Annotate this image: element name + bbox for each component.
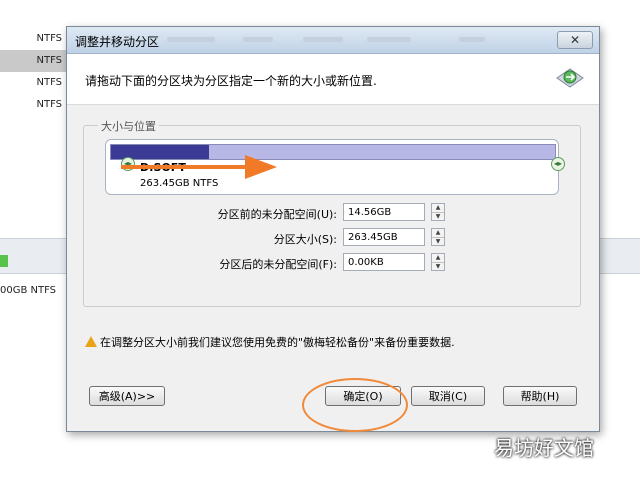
- list-item[interactable]: NTFS: [0, 50, 66, 72]
- dialog-title: 调整并移动分区: [75, 35, 160, 49]
- instruction-text: 请拖动下面的分区块为分区指定一个新的大小或新位置.: [85, 74, 377, 88]
- blurred-text: [459, 37, 485, 42]
- resize-move-dialog: 调整并移动分区 ✕ 请拖动下面的分区块为分区指定一个新的大小或新位置. 大小与位…: [66, 26, 600, 432]
- partition-size-spinner[interactable]: ▲ ▼: [431, 228, 445, 246]
- list-item[interactable]: NTFS: [0, 28, 66, 50]
- unallocated-after-spinner[interactable]: ▲ ▼: [431, 253, 445, 271]
- partition-size-input[interactable]: 263.45GB: [343, 228, 425, 246]
- group-title: 大小与位置: [98, 118, 159, 134]
- close-button[interactable]: ✕: [557, 31, 593, 49]
- partition-size-label: 分区大小(S):: [273, 233, 337, 246]
- blurred-text: [303, 37, 343, 42]
- unallocated-before-label: 分区前的未分配空间(U):: [217, 208, 337, 221]
- list-item[interactable]: NTFS: [0, 72, 66, 94]
- blurred-text: [367, 37, 411, 42]
- watermark: 易坊好文馆: [494, 436, 594, 460]
- warning-icon: [85, 336, 97, 347]
- blurred-text: [243, 37, 273, 42]
- right-resize-handle-icon[interactable]: ◂▸: [551, 157, 565, 171]
- list-item[interactable]: NTFS: [0, 94, 66, 116]
- dialog-header: 请拖动下面的分区块为分区指定一个新的大小或新位置.: [67, 54, 599, 105]
- drag-arrow-icon: [121, 155, 277, 179]
- annotation-circle: [302, 378, 408, 432]
- background-partition-list: NTFS NTFS NTFS NTFS: [0, 28, 66, 116]
- unallocated-after-input[interactable]: 0.00KB: [343, 253, 425, 271]
- unallocated-before-spinner[interactable]: ▲ ▼: [431, 203, 445, 221]
- background-disk-label: 00GB NTFS: [0, 285, 57, 296]
- title-bar[interactable]: 调整并移动分区 ✕: [67, 27, 599, 54]
- warning-text: 在调整分区大小前我们建议您使用免费的"傲梅轻松备份"来备份重要数据.: [100, 336, 455, 349]
- unallocated-before-input[interactable]: 14.56GB: [343, 203, 425, 221]
- backup-warning: 在调整分区大小前我们建议您使用免费的"傲梅轻松备份"来备份重要数据.: [85, 334, 455, 350]
- background-disk-map: [0, 238, 66, 274]
- blurred-text: [167, 37, 215, 42]
- background-disk-map-right: [598, 238, 640, 274]
- partition-color-block: [0, 255, 8, 267]
- help-button[interactable]: 帮助(H): [503, 386, 577, 406]
- cancel-button[interactable]: 取消(C): [411, 386, 485, 406]
- advanced-button[interactable]: 高级(A)>>: [89, 386, 165, 406]
- resize-partition-icon: [556, 68, 584, 88]
- unallocated-after-label: 分区后的未分配空间(F):: [219, 258, 337, 271]
